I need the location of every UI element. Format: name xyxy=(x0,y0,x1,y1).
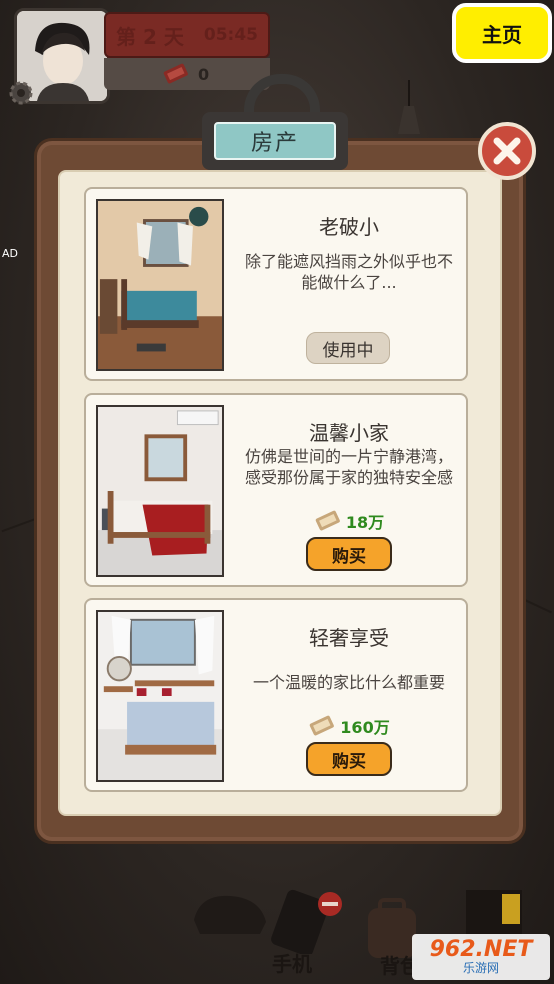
clock-time: 05:45 xyxy=(203,25,258,45)
property-name: 温馨小家 xyxy=(309,421,389,445)
day-panel: 第 2 天 05:45 xyxy=(104,12,270,58)
money-value: 0 xyxy=(198,64,210,84)
hanging-lamp-icon xyxy=(398,80,420,134)
home-button[interactable]: 主页 xyxy=(452,3,552,63)
property-description: 除了能遮风挡雨之外似乎也不能做什么了... xyxy=(244,252,453,292)
site-watermark: 962.NET 乐游网 xyxy=(412,934,550,980)
in-use-badge: 使用中 xyxy=(306,332,390,364)
property-card-cozy: 温馨小家 仿佛是世间的一片宁静港湾，感受那份属于家的独特安全感 18万 购买 xyxy=(84,393,468,587)
buy-button[interactable]: 购买 xyxy=(306,537,392,571)
property-card-luxury: 轻奢享受 一个温暖的家比什么都重要 160万 购买 xyxy=(84,598,468,792)
price-row: 160万 xyxy=(236,714,462,738)
watermark-subtitle: 乐游网 xyxy=(462,961,499,975)
room-image-luxury xyxy=(96,610,224,782)
cash-icon xyxy=(310,715,335,736)
room-image-old xyxy=(96,199,224,371)
phone-icon[interactable] xyxy=(268,888,348,954)
property-description: 仿佛是世间的一片宁静港湾，感受那份属于家的独特安全感 xyxy=(244,447,453,487)
price-value: 18万 xyxy=(345,513,385,532)
close-icon xyxy=(493,137,521,165)
watermark-logo: 962.NET xyxy=(429,937,533,962)
day-counter: 第 2 天 xyxy=(116,24,184,49)
settings-gear-icon[interactable] xyxy=(6,78,36,108)
cash-icon xyxy=(163,63,188,84)
price-value: 160万 xyxy=(340,718,390,737)
room-image-cozy xyxy=(96,405,224,577)
shoe-icon xyxy=(194,895,266,934)
property-description: 一个温暖的家比什么都重要 xyxy=(252,673,445,692)
money-strip: 0 xyxy=(104,58,270,90)
dialog-title: 房产 xyxy=(214,122,336,160)
buy-button[interactable]: 购买 xyxy=(306,742,392,776)
close-button[interactable] xyxy=(478,122,536,180)
phone-label[interactable]: 手机 xyxy=(272,948,312,977)
property-name: 轻奢享受 xyxy=(309,626,389,650)
property-name: 老破小 xyxy=(319,215,379,239)
property-card-old: 老破小 除了能遮风挡雨之外似乎也不能做什么了... 使用中 xyxy=(84,187,468,381)
price-row: 18万 xyxy=(236,509,462,533)
cash-icon xyxy=(315,510,340,531)
ad-label[interactable]: AD xyxy=(2,247,18,260)
